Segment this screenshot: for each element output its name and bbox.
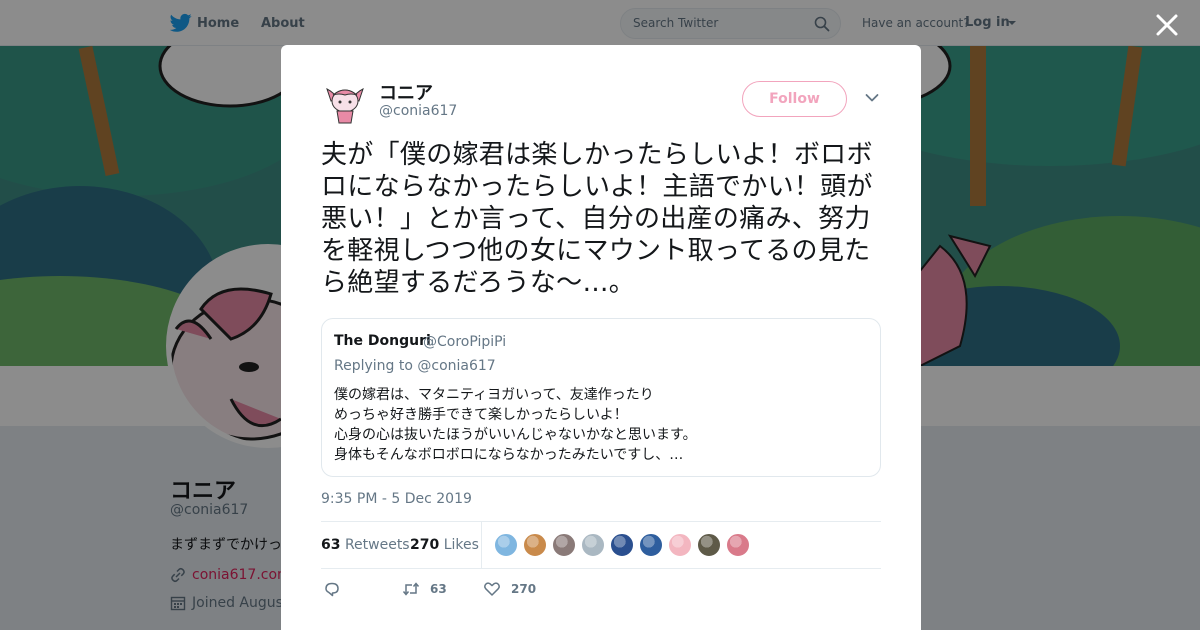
quoted-tweet-text: 僕の嫁君は、マタニティヨガいって、友達作ったり めっちゃ好き勝手できて楽しかった… [334, 385, 874, 465]
like-action[interactable]: 270 [483, 580, 536, 598]
retweet-action-count: 63 [430, 582, 447, 596]
tweet-modal: コニア @conia617 Follow 夫が「僕の嫁君は楽しかったらしいよ！ボ… [281, 45, 921, 630]
retweets-stat[interactable]: 63 Retweets [321, 537, 410, 553]
liker-avatar[interactable] [639, 533, 663, 557]
chevron-down-icon[interactable] [865, 93, 879, 103]
liker-avatar[interactable] [610, 533, 634, 557]
author-name[interactable]: コニア [379, 79, 433, 105]
reply-icon[interactable] [323, 580, 341, 598]
tweet-text: 夫が「僕の嫁君は楽しかったらしいよ！ボロボロにならなかったらしいよ！主語でかい！… [321, 140, 873, 298]
quoted-tweet[interactable]: The Donguri @CoroPipiPi Replying to @con… [321, 318, 881, 477]
retweets-label: Retweets [344, 537, 410, 553]
replying-to-prefix: Replying to [334, 358, 413, 374]
quoted-author-name: The Donguri [334, 333, 431, 349]
liker-avatar[interactable] [581, 533, 605, 557]
likes-count: 270 [410, 537, 440, 553]
liker-avatar[interactable] [726, 533, 750, 557]
follow-button[interactable]: Follow [742, 81, 847, 117]
heart-icon[interactable] [483, 580, 501, 598]
tweet-timestamp[interactable]: 9:35 PM - 5 Dec 2019 [321, 491, 472, 507]
liker-avatar[interactable] [494, 533, 518, 557]
stats-divider [481, 522, 482, 569]
quoted-line: めっちゃ好き勝手できて楽しかったらしいよ！ [334, 407, 628, 423]
tweet-actions: 63 270 [321, 577, 881, 603]
retweets-count: 63 [321, 537, 341, 553]
quoted-replying-to: Replying to @conia617 [334, 358, 496, 374]
author-avatar-image [321, 79, 369, 127]
like-action-count: 270 [511, 582, 537, 596]
close-icon[interactable] [1154, 12, 1180, 38]
quoted-line: 心身の心は抜いたほうがいいんじゃないかなと思います。 [334, 427, 697, 443]
liker-avatar[interactable] [697, 533, 721, 557]
author-avatar[interactable] [321, 79, 369, 127]
tweet-stats: 63 Retweets 270 Likes [321, 521, 881, 569]
author-handle[interactable]: @conia617 [379, 103, 457, 119]
retweet-icon[interactable] [402, 580, 420, 598]
liker-avatar[interactable] [523, 533, 547, 557]
liker-avatar[interactable] [668, 533, 692, 557]
replying-to-handle[interactable]: @conia617 [417, 358, 495, 374]
liker-avatar[interactable] [552, 533, 576, 557]
likes-label: Likes [443, 537, 479, 553]
likes-stat[interactable]: 270 Likes [410, 537, 479, 553]
quoted-line: 身体もそんなボロボロにならなかったみたいですし、… [334, 447, 684, 463]
retweet-action[interactable]: 63 [402, 580, 447, 598]
quoted-author-handle: @CoroPipiPi [423, 334, 507, 350]
quoted-line: 僕の嫁君は、マタニティヨガいって、友達作ったり [334, 387, 654, 403]
reply-action[interactable] [323, 580, 341, 598]
